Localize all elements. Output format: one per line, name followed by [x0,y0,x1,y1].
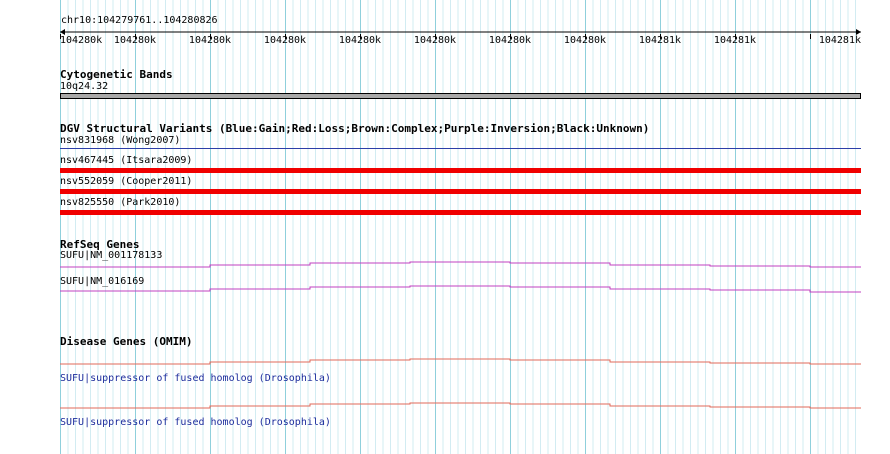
variant-label-loss[interactable]: nsv825550 (Park2010) [60,197,180,209]
omim-gene-model[interactable] [60,402,861,410]
cytoband-bar[interactable] [60,93,861,99]
variant-bar-loss[interactable] [60,210,861,215]
ruler-tick-label: 104280k [60,35,103,46]
ruler-tick-label: 104280k [563,35,607,46]
variant-bar-loss[interactable] [60,189,861,194]
refseq-gene-model[interactable] [60,285,861,293]
variant-label-loss[interactable]: nsv467445 (Itsara2009) [60,155,192,167]
variant-label-gain[interactable]: nsv831968 (Wong2007) [60,135,180,147]
ruler-tick [810,34,811,39]
omim-gene-model[interactable] [60,358,861,366]
ruler-tick-label: 104280k [263,35,307,46]
background-grid [60,0,861,454]
ruler-tick-label: 104280k [488,35,532,46]
ruler-tick-label: 104281k [818,35,861,46]
cytoband-label[interactable]: 10q24.32 [60,81,108,93]
dgv-track-title: DGV Structural Variants (Blue:Gain;Red:L… [60,122,650,135]
ruler-tick-label: 104280k [413,35,457,46]
variant-bar-gain[interactable] [60,148,861,149]
omim-gene-label[interactable]: SUFU|suppressor of fused homolog (Drosop… [60,417,331,429]
omim-gene-label[interactable]: SUFU|suppressor of fused homolog (Drosop… [60,373,331,385]
variant-label-loss[interactable]: nsv552059 (Cooper2011) [60,176,192,188]
omim-track-title: Disease Genes (OMIM) [60,335,193,348]
refseq-gene-model[interactable] [60,261,861,269]
ruler-tick-label: 104280k [338,35,382,46]
ruler-tick-label: 104280k [188,35,232,46]
cytoband-track-title: Cytogenetic Bands [60,68,173,81]
ruler-tick-label: 104281k [638,35,682,46]
ruler-tick-label: 104281k [713,35,757,46]
position-ruler[interactable]: 104280k 104280k 104280k 104280k 104280k 10428… [60,26,861,46]
ruler-tick-label: 104280k [113,35,157,46]
variant-bar-loss[interactable] [60,168,861,173]
